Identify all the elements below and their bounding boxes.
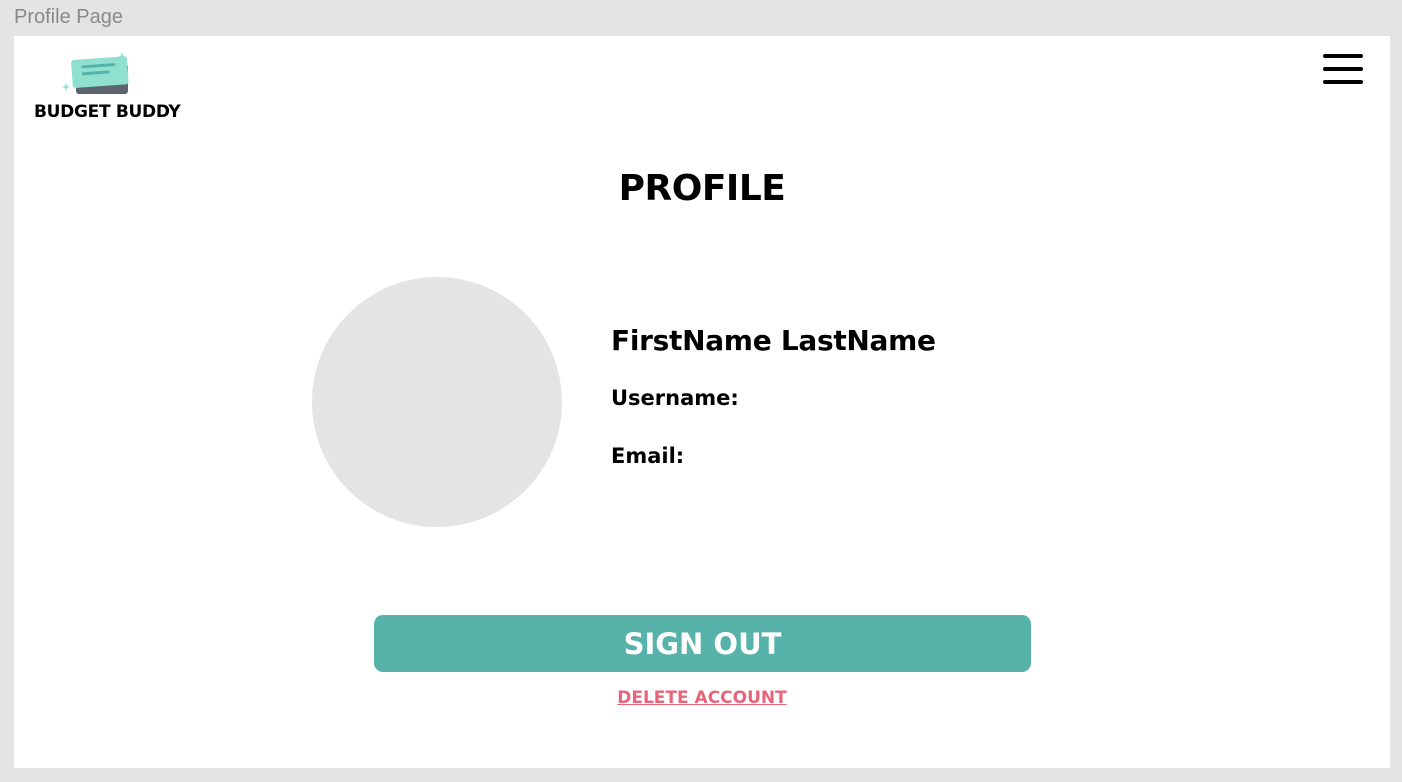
frame-label: Profile Page [14, 6, 123, 28]
menu-bar [1323, 67, 1363, 71]
page-title: PROFILE [618, 168, 786, 209]
profile-page: BUDGET BUDDY PROFILE FirstName LastName … [14, 36, 1390, 768]
menu-bar [1323, 54, 1363, 58]
user-full-name: FirstName LastName [611, 324, 936, 357]
username-label: Username: [611, 386, 739, 410]
logo[interactable]: BUDGET BUDDY [34, 50, 181, 124]
hamburger-menu-icon[interactable] [1322, 52, 1364, 86]
menu-bar [1323, 80, 1363, 84]
stacked-cards-sparkle-icon [62, 52, 129, 94]
logo-text: BUDGET BUDDY [34, 102, 181, 122]
email-label: Email: [611, 444, 685, 468]
sign-out-button[interactable]: SIGN OUT [374, 615, 1031, 672]
delete-account-link[interactable]: DELETE ACCOUNT [14, 688, 1390, 708]
avatar[interactable] [312, 277, 562, 527]
